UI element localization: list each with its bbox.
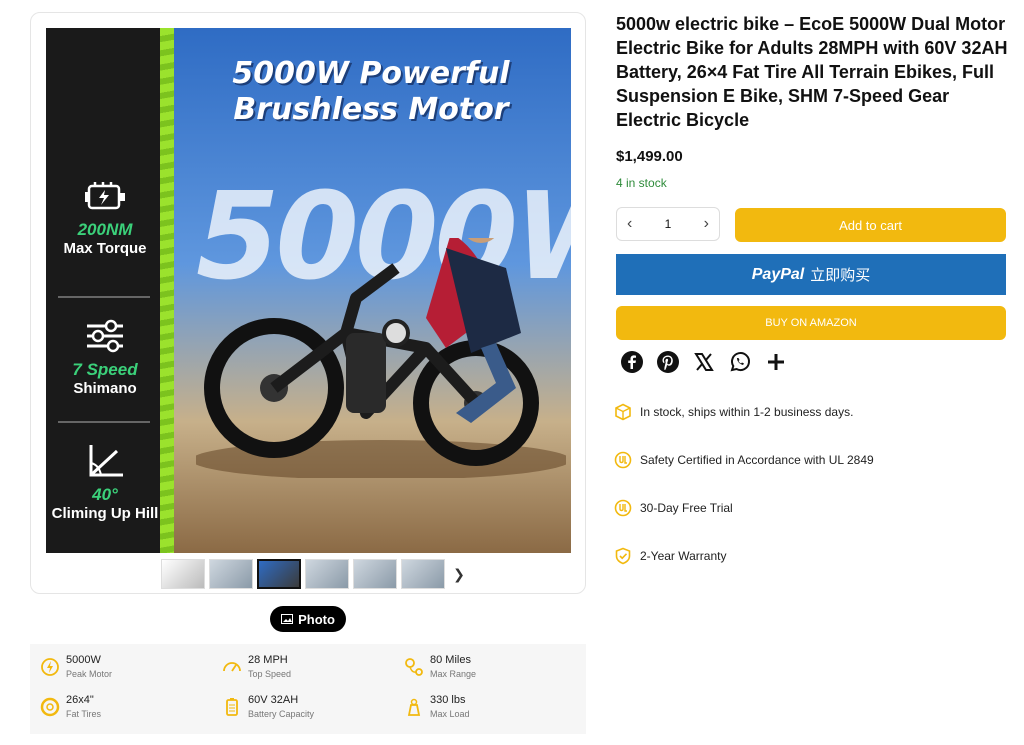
info-item: 30-Day Free Trial (614, 497, 994, 519)
share-buttons (620, 350, 788, 374)
info-text: In stock, ships within 1-2 business days… (640, 405, 854, 419)
spec-value: 330 lbs (430, 694, 466, 706)
thumbnail-strip: ❯ (161, 558, 469, 590)
feature-value: 7 Speed (72, 360, 138, 379)
info-text: 2-Year Warranty (640, 549, 727, 563)
spec-item: 60V 32AH Battery Capacity (212, 694, 382, 724)
gear-sliders-icon (87, 319, 123, 353)
facebook-icon[interactable] (620, 350, 644, 374)
spec-label: Top Speed (248, 669, 292, 679)
thumbnail[interactable] (161, 559, 205, 589)
thumbnail[interactable] (401, 559, 445, 589)
spec-value: 80 Miles (430, 654, 471, 666)
spec-value: 28 MPH (248, 654, 288, 666)
spec-item: 5000W Peak Motor (30, 654, 200, 684)
spec-value: 5000W (66, 654, 101, 666)
stock-status: 4 in stock (616, 176, 667, 190)
paypal-buy-now-button[interactable]: PayPal 立即购买 (616, 254, 1006, 295)
weight-icon (407, 698, 421, 716)
spec-value: 26x4" (66, 694, 94, 706)
ul-certified-icon (614, 451, 632, 469)
increase-quantity-button[interactable]: › (704, 215, 709, 233)
paypal-button-text: 立即购买 (810, 267, 871, 284)
feature-label: Climing Up Hill (51, 505, 159, 522)
bike-rider-illustration (196, 238, 566, 478)
feature-torque: 200NM Max Torque (46, 178, 164, 257)
feature-label: Max Torque (63, 240, 147, 257)
battery-icon (226, 698, 238, 716)
decrease-quantity-button[interactable]: ‹ (627, 215, 632, 233)
info-text: Safety Certified in Accordance with UL 2… (640, 453, 874, 467)
divider (58, 296, 150, 298)
photo-button-label: Photo (298, 611, 335, 627)
product-gallery: 200NM Max Torque 7 Speed Shimano 40° Cli… (30, 12, 586, 594)
quantity-stepper: ‹ 1 › (616, 207, 720, 241)
paypal-logo: PayPal (751, 265, 805, 283)
x-icon[interactable] (692, 350, 716, 374)
tire-icon (40, 697, 60, 717)
photo-button[interactable]: Photo (270, 606, 346, 632)
thumbnail[interactable] (305, 559, 349, 589)
spec-label: Battery Capacity (248, 709, 315, 719)
spec-item: 80 Miles Max Range (394, 654, 564, 684)
add-to-cart-button[interactable]: Add to cart (735, 208, 1006, 242)
pinterest-icon[interactable] (656, 350, 680, 374)
route-pin-icon (405, 658, 423, 676)
whatsapp-icon[interactable] (728, 350, 752, 374)
product-price: $1,499.00 (616, 148, 683, 165)
feature-speed: 7 Speed Shimano (46, 318, 164, 397)
box-icon (615, 403, 631, 421)
spec-item: 330 lbs Max Load (394, 694, 564, 724)
quantity-value[interactable]: 1 (665, 217, 672, 231)
info-text: 30-Day Free Trial (640, 501, 733, 515)
image-icon (281, 614, 294, 624)
spec-value: 60V 32AH (248, 694, 299, 706)
feature-value: 40° (92, 485, 118, 504)
plus-icon[interactable] (764, 350, 788, 374)
feature-value: 200NM (77, 220, 133, 239)
spec-label: Fat Tires (66, 709, 102, 719)
thumbnail-selected[interactable] (257, 559, 301, 589)
motor-icon (85, 182, 125, 210)
trial-icon (614, 499, 632, 517)
speedometer-icon (223, 662, 241, 672)
hero-image[interactable]: 200NM Max Torque 7 Speed Shimano 40° Cli… (46, 28, 571, 553)
feature-label: Shimano (73, 380, 137, 397)
info-item: Safety Certified in Accordance with UL 2… (614, 449, 994, 471)
chevron-right-icon[interactable]: ❯ (449, 559, 469, 589)
incline-angle-icon (89, 445, 123, 477)
spec-label: Peak Motor (66, 669, 113, 679)
buy-on-amazon-button[interactable]: BUY ON AMAZON (616, 306, 1006, 340)
spec-label: Max Range (430, 669, 477, 679)
hero-headline: 5000W Powerful Brushless Motor (176, 56, 566, 128)
hero-headline-line2: Brushless Motor (233, 92, 509, 127)
shield-check-icon (615, 547, 631, 565)
spec-item: 26x4" Fat Tires (30, 694, 200, 724)
spec-label: Max Load (430, 709, 470, 719)
spec-item: 28 MPH Top Speed (212, 654, 382, 684)
spec-grid: 5000W Peak Motor 28 MPH Top Speed 80 Mil… (30, 644, 586, 734)
feature-hill: 40° Climing Up Hill (46, 443, 164, 522)
motor-icon (41, 658, 59, 676)
thumbnail[interactable] (353, 559, 397, 589)
feature-sidebar: 200NM Max Torque 7 Speed Shimano 40° Cli… (46, 28, 174, 553)
thumbnail[interactable] (209, 559, 253, 589)
info-item: In stock, ships within 1-2 business days… (614, 401, 994, 423)
hero-headline-line1: 5000W Powerful (232, 56, 510, 91)
product-title: 5000w electric bike – EcoE 5000W Dual Mo… (616, 14, 1008, 130)
info-item: 2-Year Warranty (614, 545, 994, 567)
divider (58, 421, 150, 423)
